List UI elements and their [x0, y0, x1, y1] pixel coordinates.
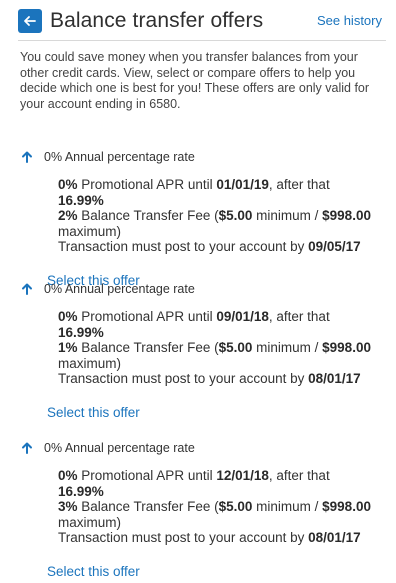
arrow-up-icon: [22, 283, 32, 295]
arrow-up-icon: [22, 442, 32, 454]
rate-label: 0% Annual percentage rate: [44, 441, 195, 455]
offer-card: 0% Annual percentage rate 0% Promotional…: [20, 440, 386, 581]
header-divider: [18, 40, 386, 41]
fee-line: 2% Balance Transfer Fee ($5.00 minimum /…: [58, 208, 371, 239]
post-date-line: Transaction must post to your account by…: [58, 530, 361, 545]
offer-details: 0% Promotional APR until 09/01/18, after…: [58, 309, 378, 387]
back-button[interactable]: [18, 9, 42, 33]
intro-text: You could save money when you transfer b…: [20, 50, 370, 111]
offer-details: 0% Promotional APR until 01/01/19, after…: [58, 177, 378, 255]
offer-header[interactable]: 0% Annual percentage rate: [20, 281, 386, 297]
promo-line: 0% Promotional APR until 09/01/18, after…: [58, 309, 330, 340]
fee-line: 1% Balance Transfer Fee ($5.00 minimum /…: [58, 340, 371, 371]
post-date-line: Transaction must post to your account by…: [58, 371, 361, 386]
offer-card: 0% Annual percentage rate 0% Promotional…: [20, 149, 386, 290]
offer-details: 0% Promotional APR until 12/01/18, after…: [58, 468, 378, 546]
post-date-line: Transaction must post to your account by…: [58, 239, 361, 254]
see-history-link[interactable]: See history: [317, 13, 382, 28]
back-arrow-icon: [24, 16, 36, 26]
offer-header[interactable]: 0% Annual percentage rate: [20, 440, 386, 456]
arrow-up-icon: [22, 151, 32, 163]
select-offer-link[interactable]: Select this offer: [47, 564, 140, 579]
select-offer-link[interactable]: Select this offer: [47, 405, 140, 420]
offer-header[interactable]: 0% Annual percentage rate: [20, 149, 386, 165]
rate-label: 0% Annual percentage rate: [44, 282, 195, 296]
page-header: Balance transfer offers See history: [18, 6, 386, 36]
offer-card: 0% Annual percentage rate 0% Promotional…: [20, 281, 386, 422]
page-title: Balance transfer offers: [50, 9, 264, 32]
rate-label: 0% Annual percentage rate: [44, 150, 195, 164]
promo-line: 0% Promotional APR until 12/01/18, after…: [58, 468, 330, 499]
promo-line: 0% Promotional APR until 01/01/19, after…: [58, 177, 330, 208]
fee-line: 3% Balance Transfer Fee ($5.00 minimum /…: [58, 499, 371, 530]
